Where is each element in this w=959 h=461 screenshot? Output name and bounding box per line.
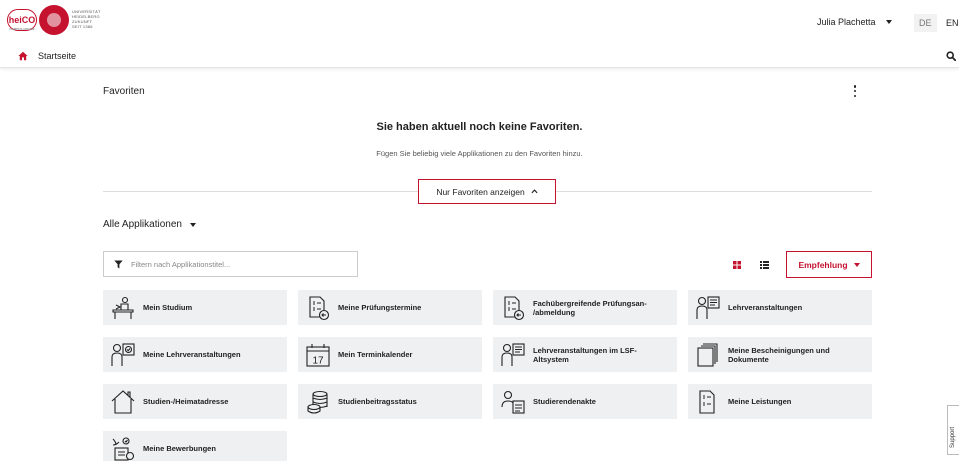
app-tile-label: Lehrveranstaltungen im LSF- Altsystem — [533, 345, 637, 364]
favorites-empty-subtitle: Fügen Sie beliebig viele Applikationen z… — [376, 149, 583, 158]
app-tile-label: Meine Lehrveranstaltungen — [143, 350, 241, 359]
home-link[interactable]: Startseite — [38, 51, 76, 61]
more-options-icon[interactable] — [852, 85, 858, 97]
list-view-icon[interactable] — [760, 261, 769, 269]
app-tile-label: Meine Leistungen — [728, 397, 792, 406]
app-tile-pruefungsanmeldung[interactable]: Fachübergreifende Prüfungsan- /abmeldung — [493, 290, 677, 325]
sort-dropdown[interactable]: Empfehlung — [786, 251, 872, 278]
student-file-icon — [501, 390, 525, 414]
app-tile-lehrveranstaltungen[interactable]: Lehrveranstaltungen — [688, 290, 872, 325]
exam-dates-icon — [309, 295, 330, 320]
divider-right — [556, 191, 872, 192]
filter-icon — [114, 260, 123, 268]
chevron-up-icon — [531, 189, 538, 194]
app-tile-label: Fachübergreifende Prüfungsan- /abmeldung — [533, 298, 647, 317]
app-tile-label: Meine Prüfungstermine — [338, 303, 422, 312]
calendar-icon: 17 — [306, 343, 330, 367]
caret-down-icon — [885, 20, 892, 24]
app-tile-label: Studien-/Heimatadresse — [143, 397, 229, 406]
all-applications-dropdown[interactable]: Alle Applikationen — [103, 219, 196, 230]
app-tile-studierendenakte[interactable]: Studierendenakte — [493, 384, 677, 419]
app-tile-label: Mein Terminkalender — [338, 350, 413, 359]
user-name: Julia Plachetta — [817, 17, 876, 27]
grid-view-icon[interactable] — [733, 261, 741, 269]
favorites-header: Favoriten — [103, 86, 145, 97]
app-tile-label: Lehrveranstaltungen — [728, 303, 803, 312]
app-tile-studienbeitragsstatus[interactable]: Studienbeitragsstatus — [298, 384, 482, 419]
app-tile-label: Studienbeitragsstatus — [338, 397, 417, 406]
app-tile-lehrveranstaltungen-lsf[interactable]: Lehrveranstaltungen im LSF- Altsystem — [493, 337, 677, 372]
language-en-button[interactable]: EN — [941, 14, 959, 32]
svg-text:17: 17 — [312, 355, 324, 366]
caret-down-icon — [189, 222, 196, 227]
app-tile-meine-lehrveranstaltungen[interactable]: Meine Lehrveranstaltungen — [103, 337, 287, 372]
desk-person-icon — [112, 296, 134, 319]
divider-left — [103, 191, 418, 192]
app-tile-meine-bewerbungen[interactable]: Meine Bewerbungen — [103, 431, 287, 461]
app-tile-label: Studierendenakte — [533, 397, 596, 406]
teaching-person-icon — [501, 342, 525, 366]
filter-field[interactable] — [103, 251, 358, 277]
app-tile-label: Meine Bescheinigungen und Dokumente — [728, 345, 830, 364]
favorites-empty-title: Sie haben aktuell noch keine Favoriten. — [376, 121, 583, 133]
applications-icon — [112, 436, 135, 461]
achievements-icon — [699, 389, 715, 414]
documents-icon — [697, 342, 718, 367]
show-favorites-only-button[interactable]: Nur Favoriten anzeigen — [418, 179, 556, 204]
home-icon[interactable] — [18, 51, 28, 61]
app-tile-bescheinigungen[interactable]: Meine Bescheinigungen und Dokumente — [688, 337, 872, 372]
house-icon — [111, 389, 135, 414]
support-tab[interactable]: Support — [947, 405, 959, 455]
app-tile-meine-leistungen[interactable]: Meine Leistungen — [688, 384, 872, 419]
nav-bar: Startseite — [0, 46, 959, 68]
app-tile-studienadresse[interactable]: Studien-/Heimatadresse — [103, 384, 287, 419]
exam-registration-icon — [504, 295, 525, 320]
app-tile-meine-pruefungstermine[interactable]: Meine Prüfungstermine — [298, 290, 482, 325]
app-tile-mein-studium[interactable]: Mein Studium — [103, 290, 287, 325]
app-tile-label: Meine Bewerbungen — [143, 444, 216, 453]
filter-input[interactable] — [131, 259, 341, 269]
app-tile-mein-terminkalender[interactable]: 17 Mein Terminkalender — [298, 337, 482, 372]
user-menu[interactable]: Julia Plachetta — [817, 17, 892, 27]
coins-icon — [307, 390, 328, 414]
top-bar: heiCO CAMPUS ONLINE UNIVERSITÄT HEIDELBE… — [0, 0, 959, 46]
my-courses-icon — [111, 342, 135, 366]
caret-down-icon — [853, 262, 860, 267]
teaching-person-icon — [696, 295, 720, 319]
heico-logo[interactable]: heiCO CAMPUS ONLINE — [7, 9, 37, 31]
university-logo-text: UNIVERSITÄT HEIDELBERG ZUKUNFT SEIT 1386 — [72, 9, 101, 29]
university-seal-logo — [39, 5, 69, 35]
app-tile-label: Mein Studium — [143, 303, 193, 312]
language-de-button[interactable]: DE — [914, 14, 937, 32]
search-icon[interactable] — [946, 51, 956, 61]
